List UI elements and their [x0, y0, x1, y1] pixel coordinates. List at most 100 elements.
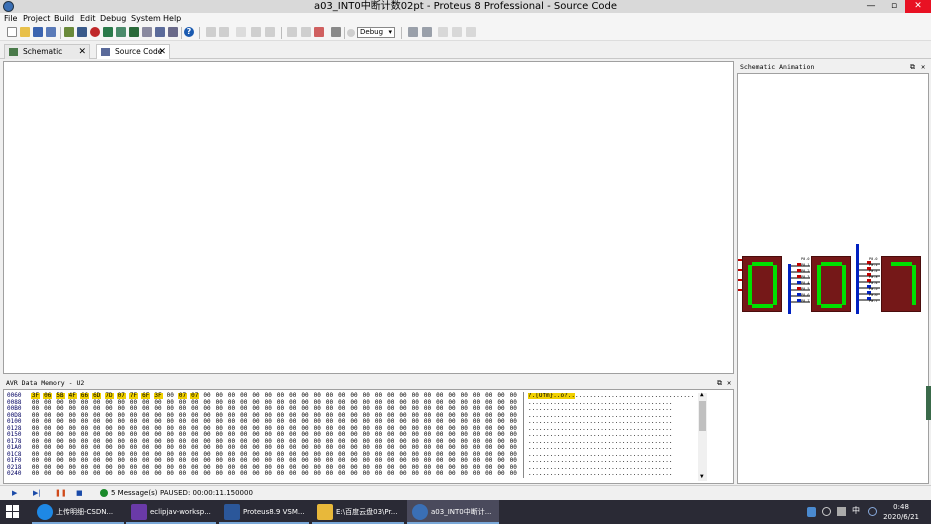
save-all-icon[interactable]	[46, 27, 56, 37]
volume-icon[interactable]	[837, 507, 846, 516]
project-settings-icon[interactable]	[331, 27, 341, 37]
copy-icon[interactable]	[236, 27, 246, 37]
notes-icon[interactable]	[168, 27, 178, 37]
memory-byte: 00	[240, 470, 248, 477]
menu-help[interactable]: Help	[163, 13, 181, 25]
browser-icon	[37, 504, 53, 520]
tab-label: Source Code	[115, 47, 163, 56]
taskbar-label: a03_INT0中断计...	[431, 508, 492, 516]
proteus-icon	[412, 504, 428, 520]
play-button[interactable]: ▶	[12, 486, 17, 500]
build-config-value: Debug	[360, 28, 384, 36]
goto-icon[interactable]	[466, 27, 476, 37]
cut-icon[interactable]	[206, 27, 216, 37]
memory-byte: 00	[252, 470, 260, 477]
ime-indicator[interactable]: 中	[852, 505, 860, 516]
save-icon[interactable]	[33, 27, 43, 37]
pin-label: P0.0	[801, 257, 809, 261]
close-icon[interactable]: ✕	[921, 62, 925, 73]
taskbar-label: E:\百度云盘03\Pr...	[336, 508, 398, 516]
taskbar-item-browser[interactable]: 上传明细-CSDN...	[32, 500, 124, 524]
close-button[interactable]: ✕	[905, 0, 931, 13]
memory-byte: 00	[399, 470, 407, 477]
memory-scrollbar[interactable]: ▲ ▼	[698, 391, 707, 481]
rebuild-icon[interactable]	[301, 27, 311, 37]
format-icon[interactable]	[265, 27, 275, 37]
taskbar-item-proteus[interactable]: a03_INT0中断计...	[407, 500, 499, 524]
redo-icon[interactable]	[422, 27, 432, 37]
taskbar-label: 上传明细-CSDN...	[56, 508, 114, 516]
pause-button[interactable]: ❚❚	[55, 486, 67, 500]
memory-byte: 00	[289, 470, 297, 477]
config-icon[interactable]	[347, 29, 355, 37]
close-icon[interactable]: ✕	[78, 45, 86, 59]
bookmark-icon[interactable]	[452, 27, 462, 37]
delete-icon[interactable]	[219, 27, 229, 37]
gerber-icon[interactable]	[103, 27, 113, 37]
memory-ascii: ........................................	[528, 458, 673, 464]
menu-project[interactable]: Project	[23, 13, 50, 25]
network-icon[interactable]	[822, 507, 831, 516]
close-icon[interactable]: ✕	[727, 378, 731, 389]
pin-label: P0.4	[869, 281, 877, 285]
source-editor[interactable]	[3, 61, 734, 374]
scrollbar-thumb[interactable]	[699, 401, 706, 431]
clock-sync-icon[interactable]	[868, 507, 877, 516]
memory-ascii: ?.[Ofm}..o?.............................…	[528, 393, 694, 399]
pin-icon[interactable]: ⧉	[717, 378, 722, 389]
memory-byte: 00	[191, 470, 199, 477]
3d-view-icon[interactable]	[129, 27, 139, 37]
close-icon[interactable]: ✕	[158, 45, 166, 59]
bom-icon[interactable]	[142, 27, 152, 37]
open-folder-icon[interactable]	[20, 27, 30, 37]
pin-label: P0.2	[869, 269, 877, 273]
help-icon[interactable]: ?	[184, 27, 194, 37]
pcb-icon[interactable]	[116, 27, 126, 37]
stop-button[interactable]: ■	[76, 486, 83, 500]
memory-byte: 00	[68, 470, 76, 477]
chevron-down-icon[interactable]: ▼	[700, 473, 704, 480]
record-icon[interactable]	[90, 27, 100, 37]
system-clock[interactable]: 0:48 2020/6/21	[883, 502, 919, 522]
build-config-select[interactable]: Debug ▾	[357, 27, 395, 38]
menu-file[interactable]: File	[4, 13, 17, 25]
clean-icon[interactable]	[314, 27, 324, 37]
source-code-icon[interactable]	[155, 27, 165, 37]
side-tab-handle[interactable]	[926, 386, 931, 420]
build-icon[interactable]	[287, 27, 297, 37]
maximize-button[interactable]: ▫	[883, 0, 905, 13]
menu-system[interactable]: System	[131, 13, 161, 25]
menu-debug[interactable]: Debug	[100, 13, 126, 25]
security-icon[interactable]	[807, 507, 816, 517]
message-count[interactable]: 5 Message(s)	[111, 486, 157, 500]
memory-ascii: ........................................	[528, 425, 673, 432]
paste-icon[interactable]	[251, 27, 261, 37]
taskbar-item-word[interactable]: Proteus8.9 VSM...	[219, 500, 309, 524]
pane-title-text: Schematic Animation	[740, 63, 815, 71]
menu-edit[interactable]: Edit	[80, 13, 96, 25]
memory-byte: 00	[485, 470, 493, 477]
status-bar: ▶ ▶| ❚❚ ■ 5 Message(s) PAUSED: 00:00:11.…	[0, 485, 931, 499]
step-button[interactable]: ▶|	[33, 486, 41, 500]
avr-data-memory-view[interactable]: ▲ ▼ 0060 3F 06 5B 4F 66 6D 7D 07 7F 6F 3F 00 07 07 00 00…	[3, 389, 734, 484]
windows-start-icon[interactable]	[6, 505, 20, 519]
menu-build[interactable]: Build	[54, 13, 74, 25]
schematic-icon[interactable]	[77, 27, 87, 37]
memory-byte: 00	[129, 470, 138, 477]
pin-icon[interactable]: ⧉	[910, 62, 915, 73]
minimize-button[interactable]: —	[860, 0, 882, 13]
taskbar-item-explorer[interactable]: E:\百度云盘03\Pr...	[312, 500, 404, 524]
chevron-down-icon: ▾	[388, 28, 392, 36]
memory-address: 0240	[7, 470, 22, 477]
home-icon[interactable]	[64, 27, 74, 37]
toolbar-separator	[401, 27, 402, 39]
chevron-up-icon[interactable]: ▲	[700, 391, 704, 398]
schematic-icon	[9, 48, 18, 56]
find-icon[interactable]	[438, 27, 448, 37]
tab-source-code[interactable]: Source Code ✕	[96, 44, 170, 59]
tab-schematic-capture[interactable]: Schematic Capture ✕	[4, 44, 90, 70]
taskbar-item-eclipse[interactable]: eclipjav-worksp...	[126, 500, 216, 524]
new-file-icon[interactable]	[7, 27, 17, 37]
undo-icon[interactable]	[408, 27, 418, 37]
taskbar-label: Proteus8.9 VSM...	[243, 508, 305, 516]
